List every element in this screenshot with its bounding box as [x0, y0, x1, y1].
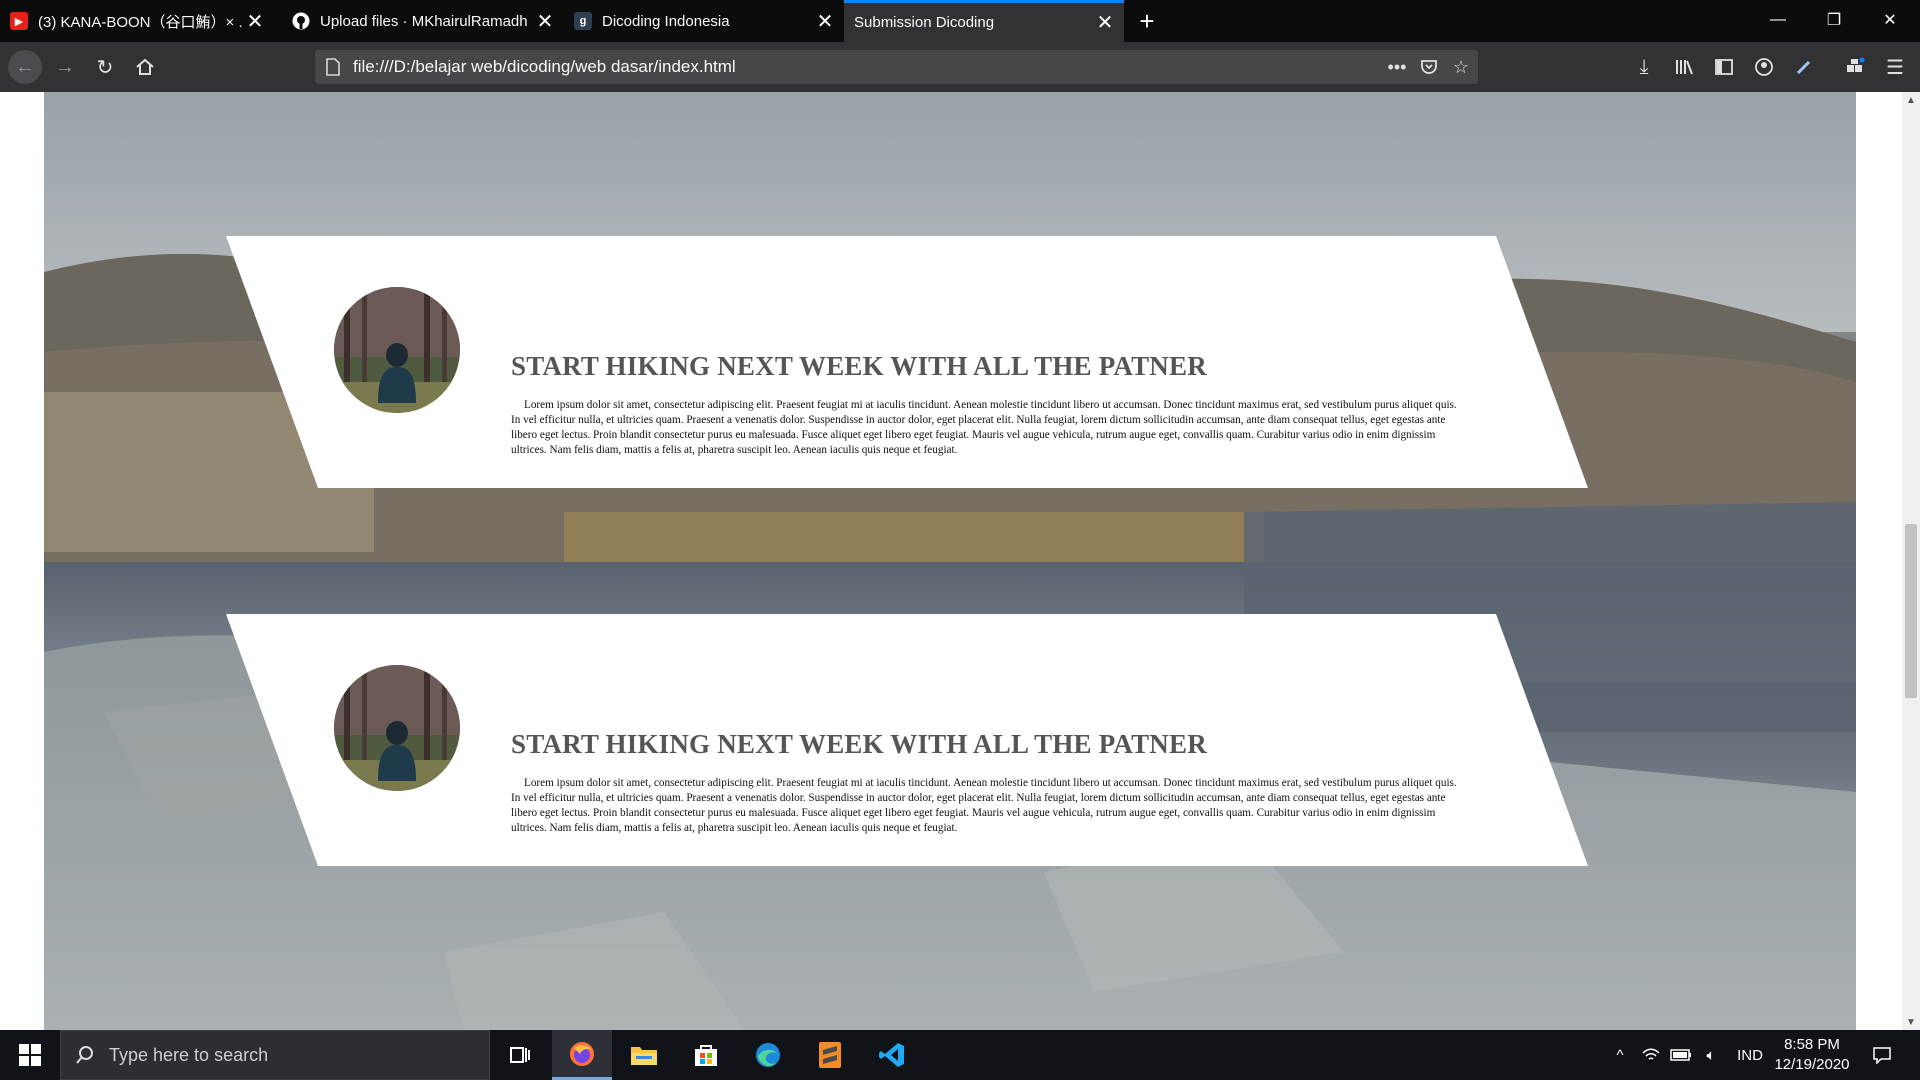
volume-icon[interactable]: 🔈︎	[1696, 1030, 1726, 1080]
hiker-avatar	[334, 287, 460, 413]
firefox-icon[interactable]	[552, 1030, 612, 1080]
landscape-illustration	[44, 92, 1856, 1030]
tab-github[interactable]: Upload files · MKhairulRamadh ✕	[282, 0, 564, 42]
pocket-icon[interactable]	[1412, 50, 1446, 84]
clock-time: 8:58 PM	[1784, 1036, 1840, 1053]
search-icon	[76, 1046, 93, 1064]
language-indicator[interactable]: IND	[1730, 1030, 1770, 1080]
card-body-text: Lorem ipsum dolor sit amet, consectetur …	[511, 399, 1457, 456]
extensions-icon[interactable]	[1838, 50, 1872, 84]
forward-button[interactable]: →	[48, 50, 82, 84]
hero-background-image	[44, 92, 1856, 1030]
sidebar-icon[interactable]	[1707, 50, 1741, 84]
back-button[interactable]: ←	[8, 50, 42, 84]
home-button[interactable]	[128, 50, 162, 84]
tab-title: Submission Dicoding	[854, 14, 995, 31]
navigation-toolbar: ← → ↻ file:///D:/belajar web/dicoding/we…	[0, 42, 1920, 92]
scroll-up-icon[interactable]: ▲	[1902, 92, 1920, 108]
arrow-left-icon: ←	[15, 55, 35, 78]
scroll-down-icon[interactable]: ▼	[1902, 1014, 1920, 1030]
card-title: START HIKING NEXT WEEK WITH ALL THE PATN…	[511, 729, 1207, 759]
show-hidden-icons-icon[interactable]: ^	[1606, 1030, 1634, 1080]
search-placeholder: Type here to search	[109, 1044, 269, 1065]
new-tab-button[interactable]: +	[1130, 4, 1164, 38]
library-icon[interactable]	[1667, 50, 1701, 84]
tab-bar: ▶ (3) KANA-BOON（谷口鮪）× ... ✕ Upload files…	[0, 0, 1920, 42]
home-icon	[136, 58, 154, 75]
page-viewport: START HIKING NEXT WEEK WITH ALL THE PATN…	[0, 92, 1920, 1030]
store-icon[interactable]	[676, 1030, 736, 1080]
hiker-avatar	[334, 665, 460, 791]
url-bar[interactable]: file:///D:/belajar web/dicoding/web dasa…	[315, 50, 1478, 84]
vscode-icon[interactable]	[862, 1030, 922, 1080]
tab-title: (3) KANA-BOON（谷口鮪）× ...	[38, 13, 242, 31]
tab-submission-dicoding[interactable]: Submission Dicoding ✕	[844, 0, 1124, 42]
taskbar-search-box[interactable]: Type here to search	[60, 1030, 490, 1080]
edge-icon[interactable]	[738, 1030, 798, 1080]
clock-date: 12/19/2020	[1774, 1056, 1850, 1073]
page-actions-icon[interactable]: •••	[1380, 50, 1414, 84]
wifi-icon[interactable]	[1636, 1030, 1666, 1080]
card-body-text: Lorem ipsum dolor sit amet, consectetur …	[511, 777, 1457, 834]
menu-icon[interactable]: ☰	[1878, 50, 1912, 84]
card-title: START HIKING NEXT WEEK WITH ALL THE PATN…	[511, 351, 1207, 381]
vertical-scrollbar[interactable]: ▲ ▼	[1902, 92, 1920, 1030]
github-icon	[292, 12, 310, 30]
pen-extension-icon[interactable]	[1787, 50, 1821, 84]
battery-icon[interactable]	[1666, 1030, 1696, 1080]
tab-youtube[interactable]: ▶ (3) KANA-BOON（谷口鮪）× ... ✕	[0, 0, 274, 42]
close-tab-icon[interactable]: ✕	[242, 8, 268, 34]
task-view-icon[interactable]	[490, 1030, 550, 1080]
minimize-icon[interactable]: —	[1750, 0, 1806, 40]
close-tab-icon[interactable]: ✕	[812, 8, 838, 34]
windows-logo-icon	[19, 1044, 41, 1066]
bookmark-star-icon[interactable]: ☆	[1444, 50, 1478, 84]
reload-icon: ↻	[96, 56, 114, 79]
reload-button[interactable]: ↻	[88, 50, 122, 84]
close-tab-icon[interactable]: ✕	[1092, 10, 1118, 36]
close-window-icon[interactable]: ✕	[1862, 0, 1918, 40]
start-button[interactable]	[0, 1030, 60, 1080]
page-icon	[326, 58, 340, 76]
restore-icon[interactable]: ❐	[1806, 0, 1862, 40]
windows-taskbar: Type here to search ^ 🔈︎ IND 8:58 PM 12/…	[0, 1030, 1920, 1080]
sublime-text-icon[interactable]	[800, 1030, 860, 1080]
tab-title: Dicoding Indonesia	[602, 12, 730, 30]
scroll-thumb[interactable]	[1905, 524, 1917, 698]
clock[interactable]: 8:58 PM 12/19/2020	[1774, 1030, 1850, 1080]
account-icon[interactable]	[1747, 50, 1781, 84]
downloads-icon[interactable]: ⤓	[1627, 50, 1661, 84]
close-tab-icon[interactable]: ✕	[532, 8, 558, 34]
tab-dicoding[interactable]: g Dicoding Indonesia ✕	[564, 0, 844, 42]
dicoding-icon: g	[574, 12, 592, 30]
arrow-right-icon: →	[55, 55, 75, 78]
notifications-icon[interactable]	[1862, 1030, 1902, 1080]
url-text[interactable]: file:///D:/belajar web/dicoding/web dasa…	[353, 57, 736, 77]
youtube-icon: ▶	[10, 12, 28, 30]
file-explorer-icon[interactable]	[614, 1030, 674, 1080]
tab-title: Upload files · MKhairulRamadh	[320, 12, 528, 30]
